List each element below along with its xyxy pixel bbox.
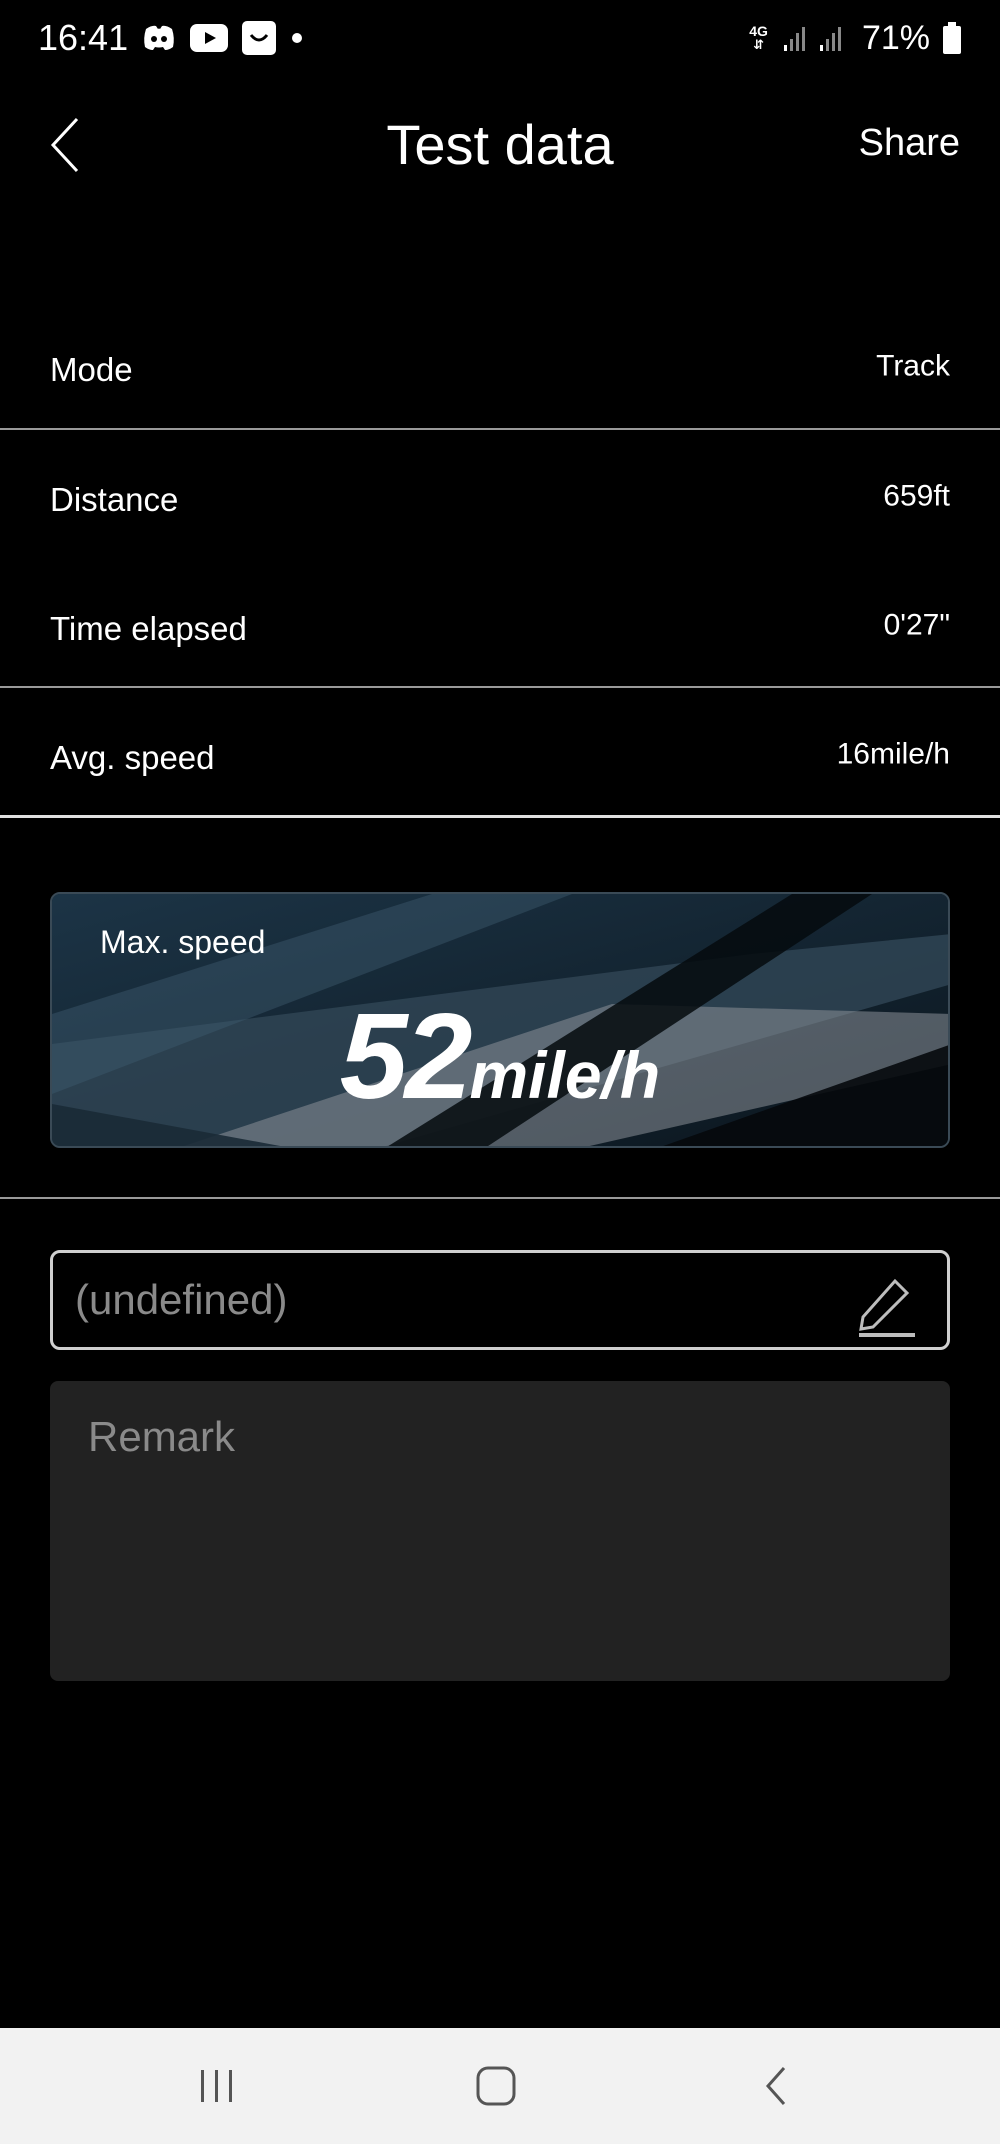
status-bar: 16:41 4G ⇵ 71% (0, 0, 1000, 76)
max-speed-value: 52 (339, 988, 473, 1124)
page-title: Test data (386, 113, 614, 176)
name-field[interactable]: (undefined) (50, 1250, 950, 1350)
signal-icon (780, 23, 850, 53)
distance-row: Distance 659ft (0, 436, 1000, 564)
youtube-icon (190, 24, 229, 52)
home-icon (476, 2066, 516, 2106)
avg-speed-row: Avg. speed 16mile/h (0, 694, 1000, 822)
battery-icon (942, 22, 962, 54)
divider (0, 428, 1000, 430)
name-field-placeholder: (undefined) (75, 1276, 288, 1323)
home-button[interactable] (456, 2056, 536, 2116)
remark-textarea[interactable]: Remark (50, 1381, 950, 1681)
recent-apps-button[interactable] (177, 2056, 257, 2116)
dot-icon (290, 31, 304, 45)
divider (0, 815, 1000, 818)
system-nav-bar (0, 2028, 1000, 2144)
battery-percent: 71% (861, 18, 930, 57)
shop-icon (242, 21, 277, 55)
recent-apps-icon (201, 2070, 232, 2102)
max-speed-unit: mile/h (469, 1038, 661, 1112)
divider (0, 686, 1000, 688)
mode-row: Mode Track (0, 306, 1000, 434)
avg-speed-label: Avg. speed (50, 739, 215, 776)
max-speed-label: Max. speed (100, 924, 266, 960)
max-speed-readout: 52mile/h (52, 986, 948, 1126)
distance-label: Distance (50, 481, 179, 518)
mode-value: Track (876, 349, 950, 383)
edit-icon[interactable] (845, 1263, 925, 1343)
status-time: 16:41 (38, 17, 129, 58)
screen: 16:41 4G ⇵ 71% Test data Share Mode Trac… (0, 0, 1000, 2144)
time-elapsed-value: 0'27" (883, 608, 950, 642)
discord-icon (142, 23, 176, 53)
header: Test data Share (0, 100, 1000, 190)
time-elapsed-label: Time elapsed (50, 610, 247, 647)
mode-label: Mode (50, 351, 133, 388)
network-type-label: 4G (749, 23, 768, 39)
back-icon (765, 2067, 786, 2105)
remark-placeholder: Remark (88, 1413, 236, 1460)
max-speed-card: Max. speed 52mile/h (50, 892, 950, 1148)
distance-value: 659ft (883, 479, 950, 513)
time-elapsed-row: Time elapsed 0'27" (0, 565, 1000, 693)
share-button[interactable]: Share (859, 122, 960, 165)
avg-speed-value: 16mile/h (836, 737, 950, 771)
network-type-icon: 4G ⇵ (749, 23, 768, 52)
system-back-button[interactable] (736, 2056, 816, 2116)
divider (0, 1197, 1000, 1199)
